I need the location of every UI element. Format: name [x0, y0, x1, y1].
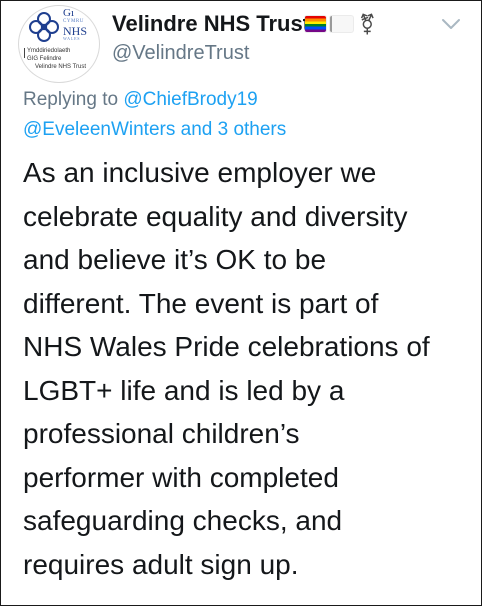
tweet-line: requires adult sign up. — [23, 548, 299, 580]
reply-others-link[interactable]: 3 others — [218, 119, 287, 140]
logo-wales-text: WALES — [63, 36, 81, 41]
transgender-symbol-icon: ⚧ — [359, 12, 376, 36]
reply-user-link[interactable]: @ChiefBrody19 — [123, 89, 257, 110]
logo-gi-text: Gı — [63, 7, 74, 19]
tweet-line: professional children’s — [23, 418, 300, 449]
rainbow-flag-icon — [305, 16, 326, 32]
tweet-line: safeguarding checks, and — [23, 505, 343, 536]
tweet-line: performer with completed — [23, 461, 339, 493]
reply-conjunction: and — [175, 119, 218, 140]
tweet-line: NHS Wales Pride celebrations of — [23, 331, 430, 362]
tweet-line: different. The event is part of — [23, 287, 379, 319]
reply-prefix: Replying to — [23, 89, 124, 110]
reply-user-link-2[interactable]: @EveleenWinters — [23, 119, 175, 140]
name-emoji-group: ⚧ — [305, 13, 376, 35]
nhs-wales-logo: Gı CYMRU NHS WALES — [63, 8, 97, 41]
tweet-card: Gı CYMRU NHS WALES Ymddiriedolaeth GIG F… — [0, 0, 482, 606]
logo-trust-names: Ymddiriedolaeth GIG Felindre Velindre NH… — [27, 47, 86, 71]
tweet-line: and believe it’s OK to be — [23, 244, 327, 275]
logo-line-english: Velindre NHS Trust — [35, 64, 87, 70]
logo-line-gig: GIG Felindre — [27, 56, 62, 62]
logo-divider — [24, 48, 25, 58]
author-handle[interactable]: @VelindreTrust — [112, 42, 249, 65]
tweet-text: As an inclusive employer we celebrate eq… — [23, 151, 473, 586]
tweet-line: celebrate equality and diversity — [23, 200, 408, 232]
tweet-line: LGBT+ life and is led by a — [23, 374, 345, 406]
avatar[interactable]: Gı CYMRU NHS WALES Ymddiriedolaeth GIG F… — [18, 5, 100, 83]
author-display-name[interactable]: Velindre NHS Trust — [112, 11, 310, 37]
reply-context-more: @EveleenWinters and 3 others — [23, 119, 286, 141]
velindre-logo-icon — [29, 12, 59, 42]
tweet-line: As an inclusive employer we — [23, 157, 377, 188]
chevron-down-icon[interactable] — [441, 17, 461, 31]
reply-context: Replying to @ChiefBrody19 — [23, 89, 258, 111]
logo-line-welsh: Ymddiriedolaeth — [27, 48, 71, 54]
white-flag-icon — [330, 16, 353, 32]
